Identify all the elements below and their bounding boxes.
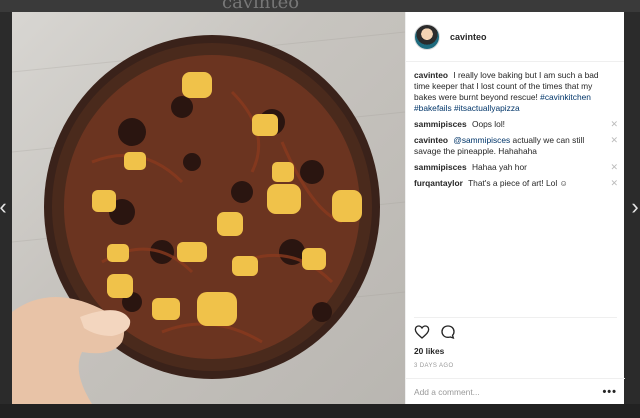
- close-icon[interactable]: ✕: [610, 162, 618, 173]
- close-icon[interactable]: ✕: [610, 178, 618, 189]
- hashtag-link[interactable]: #cavinkitchen: [540, 92, 591, 102]
- burnt-pizza-photo: [12, 31, 405, 404]
- backdrop-top: cavinteo: [0, 0, 640, 13]
- comment-username[interactable]: sammipisces: [414, 119, 467, 129]
- backdrop-bottom: [0, 404, 640, 418]
- post-photo: [12, 12, 405, 404]
- comment-username[interactable]: sammipisces: [414, 162, 467, 172]
- previous-post-arrow-icon[interactable]: ‹: [0, 196, 10, 218]
- close-icon[interactable]: ✕: [610, 135, 618, 146]
- add-comment-bar: •••: [406, 378, 625, 404]
- next-post-arrow-icon[interactable]: ›: [628, 196, 640, 218]
- comment-bubble-icon[interactable]: [440, 324, 456, 340]
- post-sidebar: cavinteo cavinteo I really love baking b…: [405, 12, 625, 404]
- likes-count[interactable]: 20 likes: [414, 346, 444, 356]
- avatar[interactable]: [414, 23, 440, 50]
- comment-text: That's a piece of art! Lol ☺: [468, 178, 569, 188]
- comment-input[interactable]: [414, 386, 584, 397]
- comment-item: furqantaylor That's a piece of art! Lol …: [414, 178, 618, 189]
- comment-text: Oops lol!: [471, 119, 506, 129]
- comment-username[interactable]: furqantaylor: [414, 178, 463, 188]
- post-author-username[interactable]: cavinteo: [450, 32, 487, 42]
- post-actions: [414, 317, 617, 340]
- post-timestamp: 3 DAYS AGO: [414, 363, 454, 369]
- comment-item: cavinteo @sammipisces actually we can st…: [414, 135, 618, 157]
- mention-link[interactable]: @sammipisces: [453, 135, 510, 145]
- comments-list: cavinteo I really love baking but I am s…: [406, 62, 624, 189]
- hashtag-link[interactable]: #itsactuallyapizza: [454, 103, 520, 113]
- post-modal: cavinteo cavinteo I really love baking b…: [12, 12, 625, 404]
- hashtag-link[interactable]: #bakefails: [414, 103, 452, 113]
- comment-item: sammipisces Hahaa yah hor ✕: [414, 162, 618, 173]
- comment-item: sammipisces Oops lol! ✕: [414, 119, 618, 130]
- close-icon[interactable]: ✕: [610, 119, 618, 130]
- comment-username[interactable]: cavinteo: [414, 135, 448, 145]
- post-header: cavinteo: [406, 12, 624, 62]
- comment-text: Hahaa yah hor: [471, 162, 527, 172]
- more-options-icon[interactable]: •••: [602, 386, 617, 398]
- heart-icon[interactable]: [414, 324, 430, 340]
- post-caption: cavinteo I really love baking but I am s…: [414, 70, 616, 114]
- caption-username[interactable]: cavinteo: [414, 70, 448, 80]
